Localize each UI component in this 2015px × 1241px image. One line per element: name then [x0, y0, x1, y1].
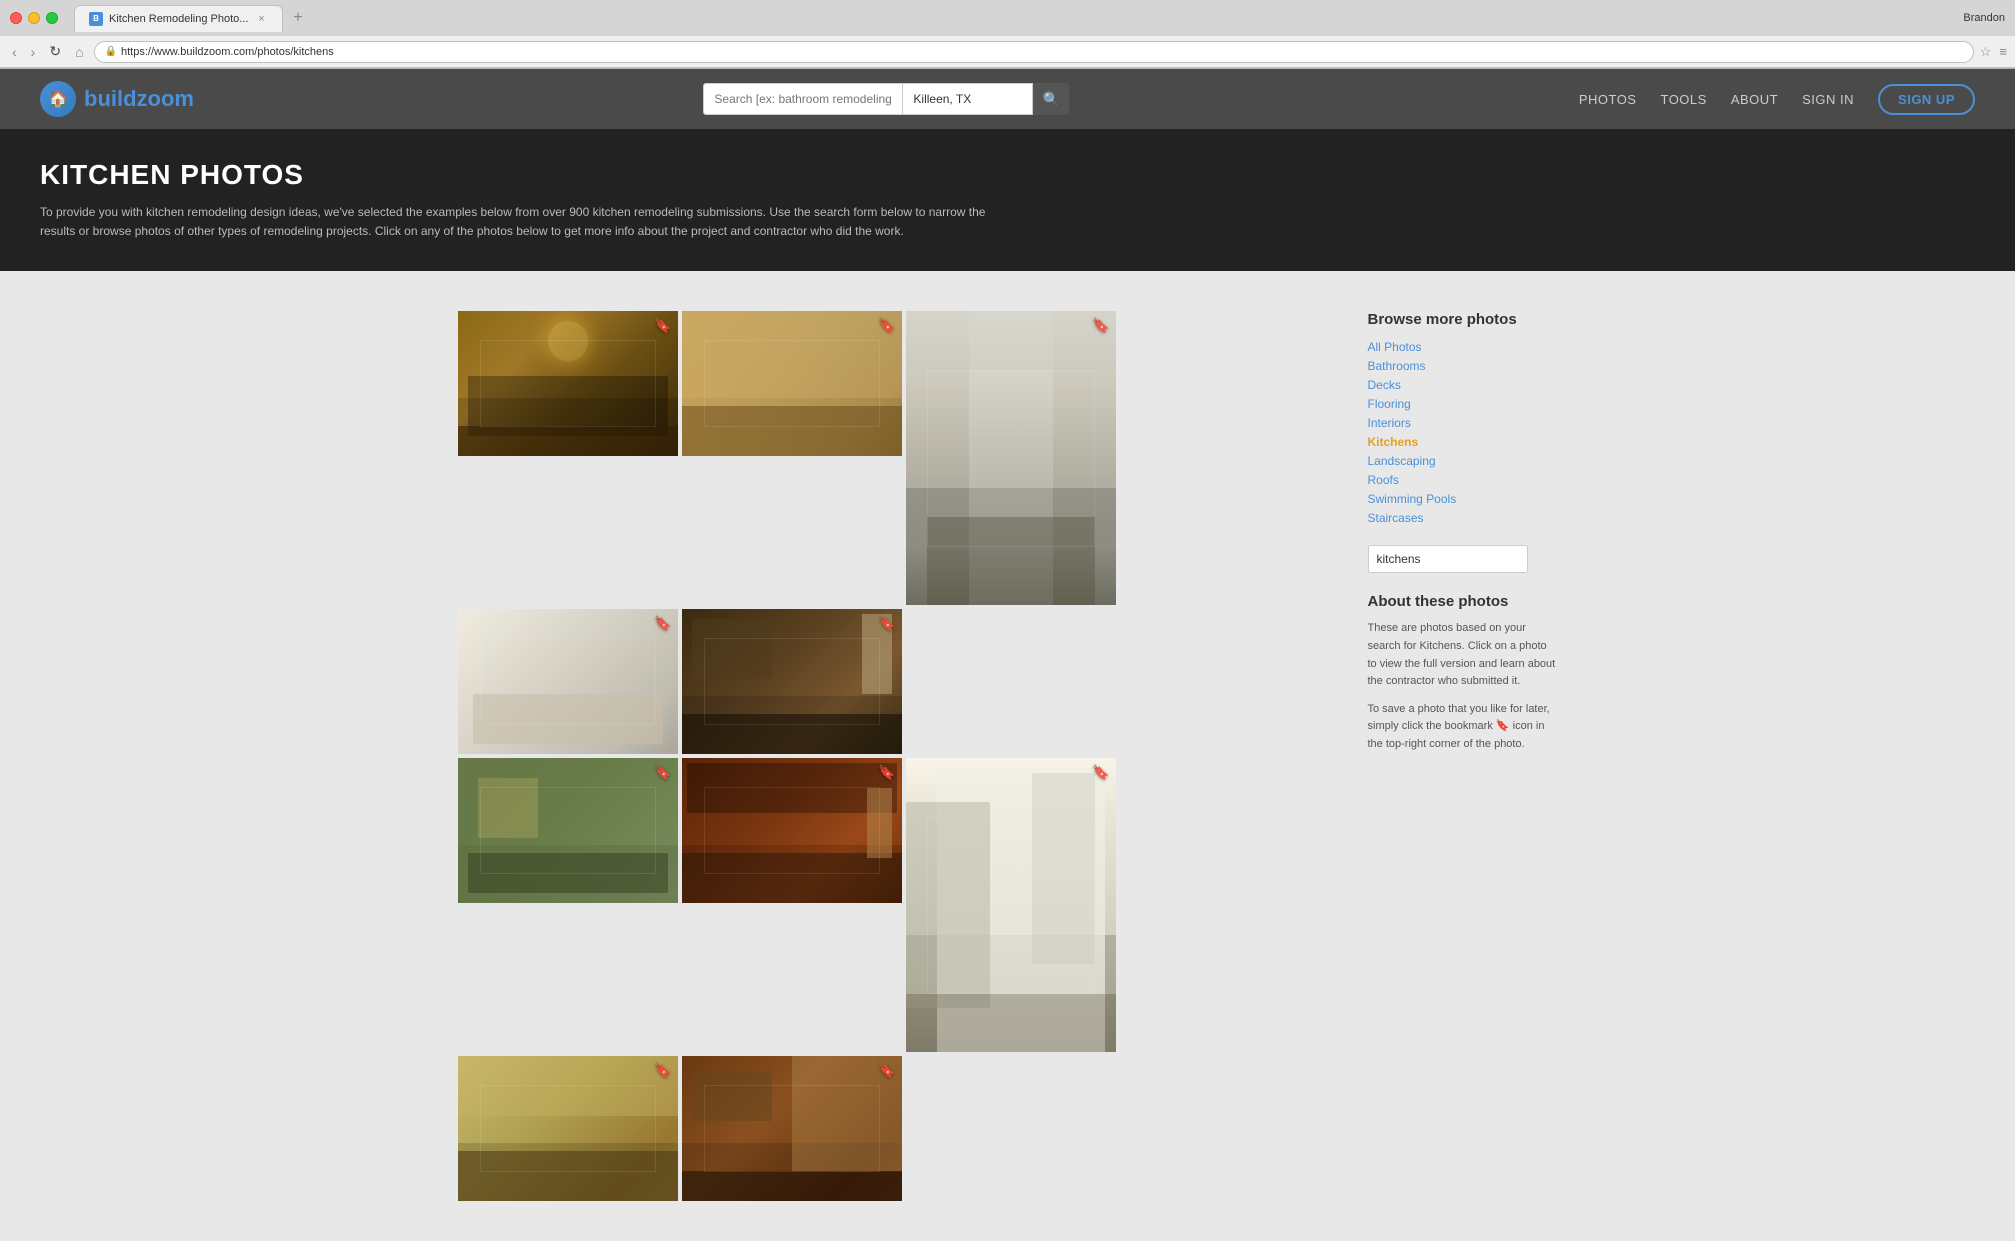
photo-cell-2[interactable]: 🔖 — [682, 311, 902, 456]
photo-cell-large-1[interactable]: 🔖 — [906, 311, 1116, 605]
user-label: Brandon — [1963, 12, 2005, 24]
page-title: KITCHEN PHOTOS — [40, 159, 1975, 191]
photo-cell-8[interactable]: 🔖 — [682, 1056, 902, 1201]
address-bar[interactable]: 🔒 https://www.buildzoom.com/photos/kitch… — [94, 41, 1974, 63]
link-decks[interactable]: Decks — [1368, 378, 1558, 392]
tab-title: Kitchen Remodeling Photo... — [109, 13, 248, 25]
photo-cell-3[interactable]: 🔖 — [458, 609, 678, 754]
link-staircases[interactable]: Staircases — [1368, 511, 1558, 525]
bookmark-icon-2[interactable]: 🔖 — [878, 317, 895, 334]
bookmark-inline-icon: 🔖 — [1496, 720, 1510, 732]
back-button[interactable]: ‹ — [8, 42, 21, 62]
forward-button[interactable]: › — [27, 42, 40, 62]
page-banner: KITCHEN PHOTOS To provide you with kitch… — [0, 129, 2015, 271]
photo-cell-6[interactable]: 🔖 — [682, 758, 902, 903]
browse-links: All Photos Bathrooms Decks Flooring Inte… — [1368, 340, 1558, 525]
bookmark-icon-7[interactable]: 🔖 — [654, 1062, 671, 1079]
url-text: https://www.buildzoom.com/photos/kitchen… — [121, 46, 334, 58]
logo-build: build — [84, 86, 137, 111]
search-filter — [1368, 545, 1558, 573]
secure-icon: 🔒 — [105, 46, 117, 57]
bookmark-icon-large-2[interactable]: 🔖 — [1092, 764, 1109, 781]
tab-favicon: B — [89, 12, 103, 26]
signup-button[interactable]: SIGN UP — [1878, 84, 1975, 115]
menu-icon[interactable]: ≡ — [1999, 44, 2007, 59]
minimize-button[interactable] — [28, 12, 40, 24]
logo-zoom: zoom — [137, 86, 194, 111]
photo-row-1: 🔖 🔖 🔖 — [458, 311, 1338, 605]
browser-chrome: B Kitchen Remodeling Photo... × + Brando… — [0, 0, 2015, 69]
site-header: 🏠 buildzoom 🔍 PHOTOS TOOLS ABOUT SIGN IN… — [0, 69, 2015, 129]
bookmark-icon-8[interactable]: 🔖 — [878, 1062, 895, 1079]
browser-titlebar: B Kitchen Remodeling Photo... × + Brando… — [0, 0, 2015, 36]
main-content: 🔖 🔖 🔖 — [458, 291, 1558, 1221]
link-interiors[interactable]: Interiors — [1368, 416, 1558, 430]
link-bathrooms[interactable]: Bathrooms — [1368, 359, 1558, 373]
search-area: 🔍 — [703, 83, 1069, 115]
maximize-button[interactable] — [46, 12, 58, 24]
browser-right-icons: ☆ ≡ — [1980, 44, 2007, 60]
tab-close-icon[interactable]: × — [254, 12, 268, 26]
photo-row-2: 🔖 🔖 — [458, 609, 1338, 754]
logo-icon: 🏠 — [40, 81, 76, 117]
photo-cell-5[interactable]: 🔖 — [458, 758, 678, 903]
page-description: To provide you with kitchen remodeling d… — [40, 203, 1000, 241]
home-button[interactable]: ⌂ — [71, 42, 87, 62]
bookmark-icon-5[interactable]: 🔖 — [654, 764, 671, 781]
logo-area: 🏠 buildzoom — [40, 81, 194, 117]
filter-input[interactable] — [1368, 545, 1528, 573]
photo-row-4: 🔖 🔖 — [458, 1056, 1338, 1201]
link-all-photos[interactable]: All Photos — [1368, 340, 1558, 354]
photo-cell-large-2[interactable]: 🔖 — [906, 758, 1116, 1052]
nav-signin[interactable]: SIGN IN — [1802, 92, 1854, 107]
about-section: About these photos These are photos base… — [1368, 593, 1558, 753]
link-roofs[interactable]: Roofs — [1368, 473, 1558, 487]
bookmark-icon-6[interactable]: 🔖 — [878, 764, 895, 781]
location-input[interactable] — [903, 83, 1033, 115]
nav-about[interactable]: ABOUT — [1731, 92, 1778, 107]
photo-grid: 🔖 🔖 🔖 — [458, 311, 1338, 1201]
logo-text: buildzoom — [84, 86, 194, 112]
bookmark-star-icon[interactable]: ☆ — [1980, 44, 1992, 60]
bookmark-icon-1[interactable]: 🔖 — [654, 317, 671, 334]
link-flooring[interactable]: Flooring — [1368, 397, 1558, 411]
about-title: About these photos — [1368, 593, 1558, 610]
bookmark-icon-3[interactable]: 🔖 — [654, 615, 671, 632]
nav-photos[interactable]: PHOTOS — [1579, 92, 1637, 107]
browser-tab[interactable]: B Kitchen Remodeling Photo... × — [74, 5, 283, 32]
nav-tools[interactable]: TOOLS — [1660, 92, 1706, 107]
close-button[interactable] — [10, 12, 22, 24]
refresh-button[interactable]: ↻ — [45, 41, 65, 62]
sidebar: Browse more photos All Photos Bathrooms … — [1338, 311, 1558, 763]
photo-cell-1[interactable]: 🔖 — [458, 311, 678, 456]
link-swimming-pools[interactable]: Swimming Pools — [1368, 492, 1558, 506]
new-tab-button[interactable]: + — [293, 9, 302, 27]
bookmark-icon-large-1[interactable]: 🔖 — [1092, 317, 1109, 334]
browser-addressbar: ‹ › ↻ ⌂ 🔒 https://www.buildzoom.com/phot… — [0, 36, 2015, 68]
browse-title: Browse more photos — [1368, 311, 1558, 328]
about-text-2: To save a photo that you like for later,… — [1368, 701, 1558, 754]
search-button[interactable]: 🔍 — [1033, 83, 1069, 115]
search-input[interactable] — [703, 83, 903, 115]
link-landscaping[interactable]: Landscaping — [1368, 454, 1558, 468]
photo-cell-7[interactable]: 🔖 — [458, 1056, 678, 1201]
photo-row-3: 🔖 🔖 🔖 — [458, 758, 1338, 1052]
nav-links: PHOTOS TOOLS ABOUT SIGN IN SIGN UP — [1579, 84, 1975, 115]
about-text-1: These are photos based on your search fo… — [1368, 620, 1558, 690]
photo-cell-4[interactable]: 🔖 — [682, 609, 902, 754]
bookmark-icon-4[interactable]: 🔖 — [878, 615, 895, 632]
link-kitchens[interactable]: Kitchens — [1368, 435, 1558, 449]
